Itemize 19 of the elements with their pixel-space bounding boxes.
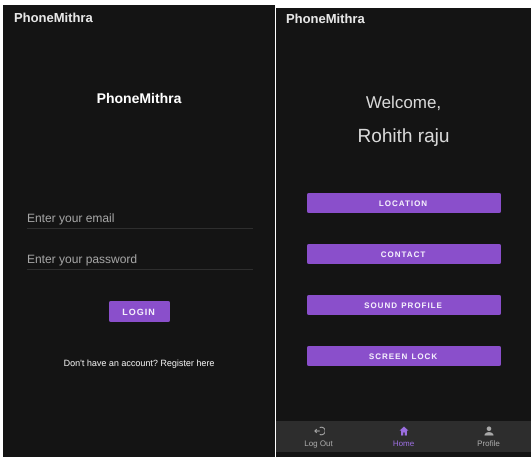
logout-icon [312, 425, 324, 437]
person-icon [482, 425, 494, 437]
action-button[interactable]: SCREEN LOCK [306, 346, 500, 366]
action-button[interactable]: LOCATION [306, 193, 500, 213]
login-button[interactable]: LOGIN [108, 301, 170, 322]
app-title: PhoneMithra [286, 11, 365, 27]
nav-tab[interactable]: Home [361, 421, 446, 452]
email-field[interactable]: Enter your email [27, 207, 253, 229]
action-button[interactable]: SOUND PROFILE [306, 295, 500, 315]
home-icon [398, 425, 410, 437]
nav-tab[interactable]: Log Out [276, 421, 361, 452]
greeting-text: Welcome, [366, 93, 442, 113]
password-field[interactable]: Enter your password [27, 248, 253, 270]
register-link[interactable]: Don't have an account? Register here [64, 356, 214, 370]
app-logo-text: PhoneMithra [96, 89, 182, 107]
action-button[interactable]: CONTACT [306, 244, 500, 264]
app-title: PhoneMithra [14, 10, 93, 26]
nav-tab[interactable]: Profile [446, 421, 531, 452]
user-name: Rohith raju [358, 125, 450, 149]
